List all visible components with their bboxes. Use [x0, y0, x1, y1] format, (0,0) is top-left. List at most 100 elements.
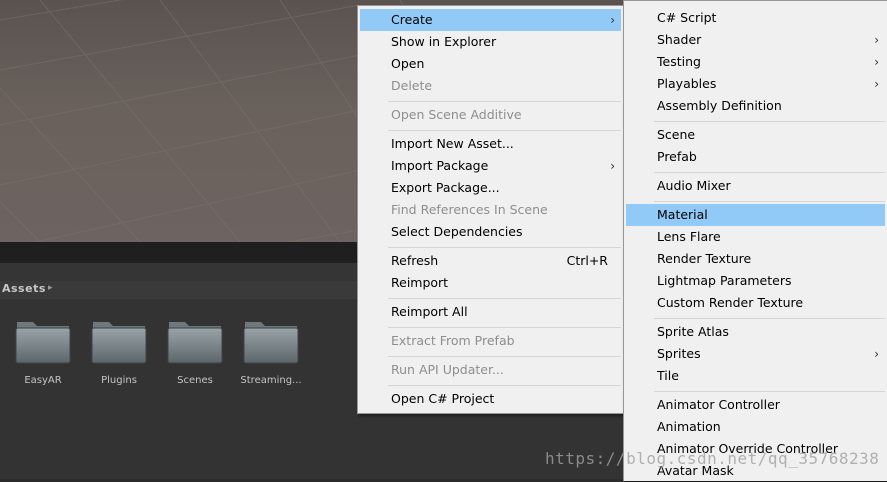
folder-name: Plugins	[101, 375, 137, 386]
folder-icon	[167, 322, 223, 364]
menu-item-label: Refresh	[391, 253, 439, 268]
folder-icon	[243, 322, 299, 364]
submenu-item-audio-mixer[interactable]: Audio Mixer	[626, 175, 885, 197]
menu-item-label: Reimport All	[391, 304, 468, 319]
menu-item-label: Export Package...	[391, 180, 500, 195]
submenu-item-lens-flare[interactable]: Lens Flare	[626, 226, 885, 248]
submenu-item-assembly-definition[interactable]: Assembly Definition	[626, 95, 885, 117]
menu-item-reimport-all[interactable]: Reimport All	[360, 301, 621, 323]
chevron-right-icon: ›	[610, 159, 615, 173]
submenu-item-lightmap-parameters[interactable]: Lightmap Parameters	[626, 270, 885, 292]
menu-item-label: Custom Render Texture	[657, 295, 804, 310]
submenu-item-sprites[interactable]: Sprites ›	[626, 343, 885, 365]
submenu-item-tile[interactable]: Tile	[626, 365, 885, 387]
menu-item-label: Import Package	[391, 158, 489, 173]
menu-item-label: Testing	[657, 54, 701, 69]
menu-separator	[388, 356, 621, 357]
menu-separator	[654, 318, 885, 319]
menu-item-label: Playables	[657, 76, 717, 91]
menu-item-label: Scene	[657, 127, 696, 142]
menu-item-import-package[interactable]: Import Package ›	[360, 155, 621, 177]
menu-item-label: Run API Updater...	[391, 362, 504, 377]
submenu-item-csharp-script[interactable]: C# Script	[626, 7, 885, 29]
menu-item-run-api-updater[interactable]: Run API Updater...	[360, 359, 621, 381]
breadcrumb-arrow-icon: ▸	[48, 283, 53, 293]
menu-item-label: Create	[391, 12, 433, 27]
folder-icon	[15, 322, 71, 364]
menu-item-export-package[interactable]: Export Package...	[360, 177, 621, 199]
submenu-item-prefab[interactable]: Prefab	[626, 146, 885, 168]
menu-item-label: Sprites	[657, 346, 701, 361]
chevron-right-icon: ›	[874, 55, 879, 69]
chevron-right-icon: ›	[874, 77, 879, 91]
submenu-item-testing[interactable]: Testing ›	[626, 51, 885, 73]
create-submenu: C# Script Shader › Testing › Playables ›…	[623, 0, 887, 481]
menu-item-reimport[interactable]: Reimport	[360, 272, 621, 294]
context-menu: Create › Show in Explorer Open Delete Op…	[357, 5, 624, 414]
menu-item-create[interactable]: Create ›	[360, 9, 621, 31]
menu-item-label: Assembly Definition	[657, 98, 782, 113]
menu-item-label: C# Script	[657, 10, 717, 25]
submenu-item-sprite-atlas[interactable]: Sprite Atlas	[626, 321, 885, 343]
menu-item-label: Animation	[657, 419, 721, 434]
menu-item-label: Find References In Scene	[391, 202, 548, 217]
menu-item-label: Show in Explorer	[391, 34, 497, 49]
menu-item-label: Extract From Prefab	[391, 333, 515, 348]
chevron-right-icon: ›	[874, 347, 879, 361]
menu-separator	[654, 172, 885, 173]
menu-item-label: Delete	[391, 78, 433, 93]
menu-item-label: Open Scene Additive	[391, 107, 522, 122]
shortcut-label: Ctrl+R	[566, 253, 608, 268]
folder-plugins[interactable]: Plugins	[89, 318, 149, 394]
submenu-item-playables[interactable]: Playables ›	[626, 73, 885, 95]
menu-item-label: Prefab	[657, 149, 697, 164]
menu-item-open-scene-additive[interactable]: Open Scene Additive	[360, 104, 621, 126]
menu-item-label: Tile	[657, 368, 679, 383]
menu-item-label: Open C# Project	[391, 391, 495, 406]
submenu-item-render-texture[interactable]: Render Texture	[626, 248, 885, 270]
folder-easyar[interactable]: EasyAR	[13, 318, 73, 394]
folder-name: EasyAR	[24, 375, 62, 386]
menu-separator	[388, 247, 621, 248]
menu-item-label: Lightmap Parameters	[657, 273, 792, 288]
folder-streaming[interactable]: Streaming...	[240, 318, 302, 394]
submenu-item-custom-render-texture[interactable]: Custom Render Texture	[626, 292, 885, 314]
menu-item-label: Reimport	[391, 275, 449, 290]
menu-item-select-dependencies[interactable]: Select Dependencies	[360, 221, 621, 243]
breadcrumb-assets[interactable]: Assets	[2, 282, 46, 295]
submenu-item-animator-controller[interactable]: Animator Controller	[626, 394, 885, 416]
menu-item-extract-from-prefab[interactable]: Extract From Prefab	[360, 330, 621, 352]
menu-separator	[654, 121, 885, 122]
submenu-item-shader[interactable]: Shader ›	[626, 29, 885, 51]
folder-icon	[91, 322, 147, 364]
menu-separator	[654, 391, 885, 392]
folder-name: Streaming...	[240, 375, 302, 386]
submenu-item-scene[interactable]: Scene	[626, 124, 885, 146]
menu-item-label: Select Dependencies	[391, 224, 523, 239]
menu-item-label: Open	[391, 56, 425, 71]
submenu-item-animation[interactable]: Animation	[626, 416, 885, 438]
menu-item-delete[interactable]: Delete	[360, 75, 621, 97]
folder-scenes[interactable]: Scenes	[165, 318, 225, 394]
chevron-right-icon: ›	[610, 13, 615, 27]
menu-item-label: Shader	[657, 32, 702, 47]
menu-item-label: Sprite Atlas	[657, 324, 729, 339]
watermark: https://blog.csdn.net/qq_35768238	[545, 449, 880, 468]
menu-item-open-csharp-project[interactable]: Open C# Project	[360, 388, 621, 410]
chevron-right-icon: ›	[874, 33, 879, 47]
menu-item-label: Import New Asset...	[391, 136, 514, 151]
menu-item-label: Animator Controller	[657, 397, 780, 412]
menu-item-refresh[interactable]: Refresh Ctrl+R	[360, 250, 621, 272]
menu-item-label: Audio Mixer	[657, 178, 731, 193]
menu-item-open[interactable]: Open	[360, 53, 621, 75]
menu-item-label: Material	[657, 207, 708, 222]
menu-item-import-new-asset[interactable]: Import New Asset...	[360, 133, 621, 155]
menu-item-find-references[interactable]: Find References In Scene	[360, 199, 621, 221]
folder-name: Scenes	[177, 375, 213, 386]
menu-item-show-in-explorer[interactable]: Show in Explorer	[360, 31, 621, 53]
menu-separator	[388, 130, 621, 131]
menu-separator	[388, 298, 621, 299]
menu-separator	[388, 327, 621, 328]
menu-item-label: Lens Flare	[657, 229, 721, 244]
submenu-item-material[interactable]: Material	[626, 204, 885, 226]
